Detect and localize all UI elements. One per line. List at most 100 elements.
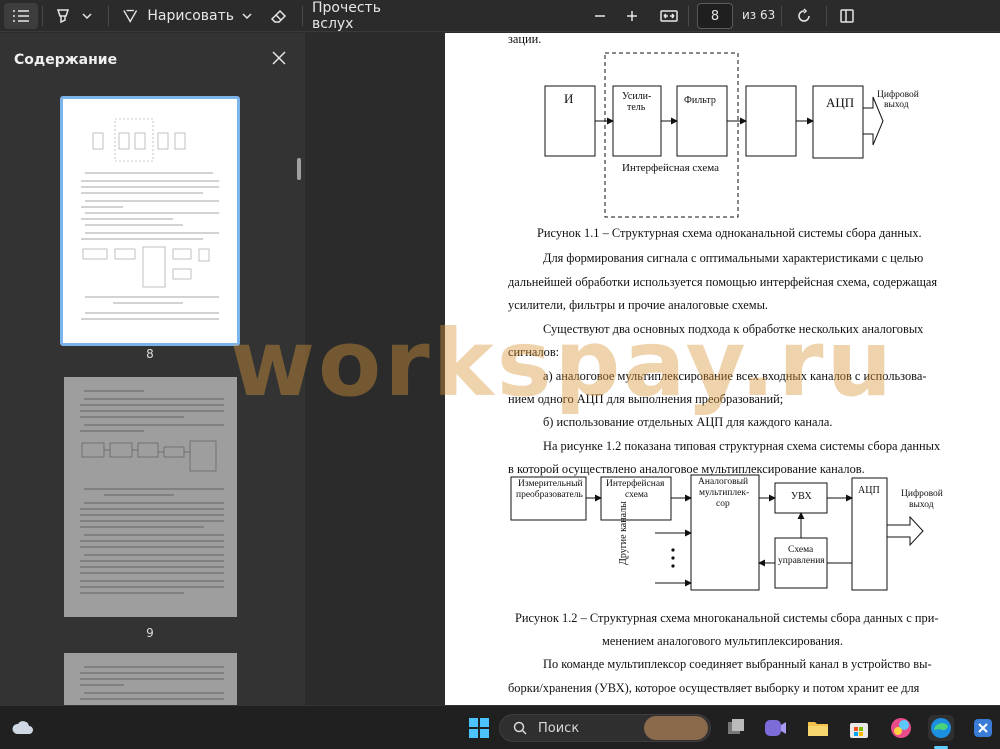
store-icon[interactable] — [846, 715, 872, 741]
block-empty — [745, 85, 797, 157]
fig2-label-iface-2: схема — [625, 490, 648, 500]
list-icon — [13, 10, 29, 22]
fig1-label-amp-2: тель — [627, 102, 646, 113]
paragraph-line: На рисунке 1.2 показана типовая структур… — [543, 439, 941, 453]
eraser-button[interactable] — [266, 3, 292, 29]
paragraph-line: По команде мультиплексор соединяет выбра… — [543, 657, 932, 671]
folder-icon — [808, 722, 828, 736]
fig2-label-meas-2: преобразователь — [516, 490, 583, 500]
pen-icon — [123, 9, 138, 23]
page-total-label: из 63 — [742, 8, 776, 22]
fig2-label-mux-1: Аналоговый — [698, 477, 749, 487]
toolbar-separator — [302, 6, 303, 26]
fig1-label-interface: Интерфейсная схема — [622, 162, 719, 174]
start-button[interactable] — [466, 715, 492, 741]
paragraph-line: дальнейшей обработки используется помощь… — [508, 275, 938, 289]
fig2-label-other-channels: Другие каналы — [618, 501, 629, 565]
file-explorer-icon[interactable] — [805, 715, 831, 741]
thumbnail-preview — [80, 666, 224, 700]
page-number-input[interactable] — [697, 3, 733, 29]
search-icon — [513, 721, 527, 735]
page-thumbnail-8[interactable] — [60, 96, 240, 346]
paragraph-line: б) использование отдельных АЦП для каждо… — [543, 415, 833, 429]
rotate-button[interactable] — [791, 3, 817, 29]
fig2-label-meas-1: Измерительный — [518, 479, 583, 489]
highlighter-icon — [56, 9, 70, 24]
close-icon — [272, 51, 286, 65]
edge-browser-icon[interactable] — [928, 715, 954, 741]
fit-width-icon — [660, 10, 678, 22]
page-view-icon — [840, 9, 854, 23]
games-app-icon[interactable] — [888, 715, 914, 741]
weather-widget[interactable] — [10, 715, 36, 741]
task-view-button[interactable] — [723, 715, 749, 741]
watermark: workspay.ru — [230, 310, 895, 417]
sidebar-close-button[interactable] — [270, 49, 288, 71]
output-arrow-2 — [887, 515, 924, 547]
fig2-label-out-2: выход — [909, 500, 934, 510]
read-aloud-button[interactable]: Прочесть вслух — [312, 0, 416, 32]
toolbar-separator — [42, 6, 43, 26]
draw-dropdown[interactable] — [238, 3, 256, 29]
fig1-label-out-1: Цифровой — [877, 90, 919, 100]
page-thumbnail-9[interactable] — [64, 377, 237, 617]
fit-width-button[interactable] — [656, 3, 682, 29]
highlight-dropdown[interactable] — [78, 3, 96, 29]
page-view-button[interactable] — [834, 3, 860, 29]
interface-dashed-region — [604, 52, 739, 218]
toolbar-separator — [781, 6, 782, 26]
fig2-label-mux-2: мультиплек- — [699, 488, 750, 498]
fig1-label-out-2: выход — [884, 100, 909, 110]
minus-icon — [595, 15, 605, 17]
caption-figure-1-2-cont: менением аналогового мультиплексирования… — [602, 634, 843, 648]
taskbar-search[interactable]: Поиск — [499, 714, 711, 742]
highlight-button[interactable] — [52, 3, 74, 29]
read-aloud-label: Прочесть вслух — [312, 0, 381, 32]
fig2-label-mux-3: сор — [716, 499, 730, 509]
fig2-label-iface-1: Интерфейсная — [606, 479, 665, 489]
tray-icon — [974, 719, 992, 737]
paragraph-line: борки/хранения (УВХ), которое осуществля… — [508, 681, 920, 695]
fig1-label-i: И — [564, 91, 574, 106]
sidebar-scrollbar[interactable] — [297, 158, 301, 180]
caption-figure-1-1: Рисунок 1.1 – Структурная схема однокана… — [537, 226, 922, 240]
thumbnail-preview — [80, 390, 224, 594]
store-bag-icon — [850, 723, 868, 738]
chat-app-icon[interactable] — [762, 715, 788, 741]
eraser-icon — [270, 9, 287, 23]
output-arrow — [863, 96, 884, 146]
zoom-out-button[interactable] — [588, 3, 612, 29]
chevron-down-icon — [82, 13, 92, 20]
video-chat-icon — [765, 720, 786, 736]
zoom-in-button[interactable] — [620, 3, 644, 29]
thumbnail-label-8: 8 — [146, 347, 154, 361]
reader-toolbar: Нарисовать Прочесть вслух из 63 — [0, 0, 1000, 32]
search-label: Поиск — [538, 720, 580, 736]
fig1-label-filter: Фильтр — [684, 95, 716, 106]
fig2-label-out-1: Цифровой — [901, 489, 943, 499]
search-highlight-image — [644, 716, 708, 740]
windows-taskbar: Поиск — [0, 705, 1000, 749]
tray-app-icon[interactable] — [970, 715, 996, 741]
windows-logo-icon — [469, 718, 489, 738]
toolbar-separator — [826, 6, 827, 26]
draw-label: Нарисовать — [147, 8, 234, 24]
paragraph-line: Для формирования сигнала с оптимальными … — [543, 251, 924, 265]
cloud-icon — [12, 721, 33, 734]
page-thumbnail-10[interactable] — [64, 653, 237, 705]
plus-icon — [627, 11, 637, 21]
contents-toggle-button[interactable] — [4, 3, 38, 29]
thumbnail-label-9: 9 — [146, 626, 154, 640]
caption-figure-1-2: Рисунок 1.2 – Структурная схема многокан… — [515, 611, 939, 625]
draw-button[interactable]: Нарисовать — [122, 3, 234, 29]
fig2-label-ctrl-2: управления — [778, 556, 825, 566]
edge-icon — [931, 718, 951, 738]
figure-1-1-diagram — [544, 52, 884, 218]
sidebar-title: Содержание — [14, 52, 118, 68]
fig1-label-adc: АЦП — [826, 95, 855, 110]
fig2-label-ctrl-1: Схема — [788, 545, 814, 555]
task-view-icon — [728, 719, 744, 734]
rotate-icon — [798, 8, 810, 22]
fig2-label-adc: АЦП — [858, 485, 880, 496]
toolbar-separator — [688, 6, 689, 26]
